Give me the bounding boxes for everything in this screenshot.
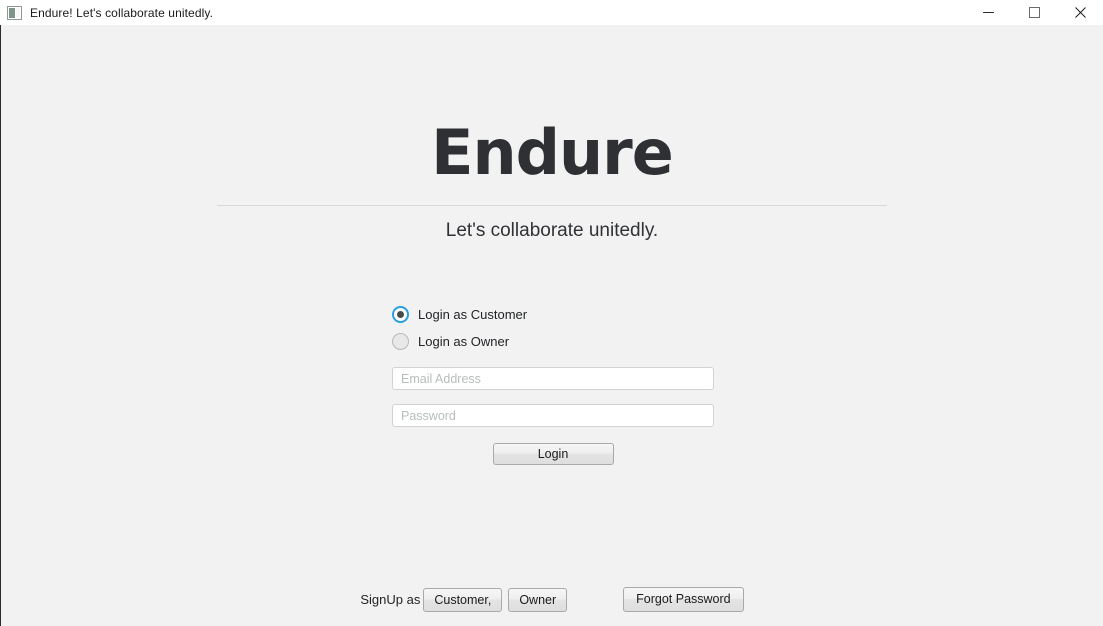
page-subtitle: Let's collaborate unitedly. [445, 220, 659, 242]
email-input[interactable] [392, 367, 714, 390]
main-content: Endure Let's collaborate unitedly. Login… [0, 25, 1103, 626]
signup-label: SignUp as [360, 592, 421, 607]
close-button[interactable] [1057, 0, 1103, 25]
brand-block: Endure Let's collaborate unitedly. [1, 120, 1103, 242]
footer-bar: SignUp as Customer, Owner Forgot Passwor… [1, 587, 1103, 612]
minimize-icon [982, 7, 994, 18]
minimize-button[interactable] [965, 0, 1011, 25]
close-icon [1074, 7, 1086, 18]
maximize-button[interactable] [1011, 0, 1057, 25]
radio-owner-label: Login as Owner [418, 334, 510, 349]
title-bar: Endure! Let's collaborate unitedly. [0, 0, 1103, 25]
signup-owner-button[interactable]: Owner [508, 587, 568, 612]
signup-customer-button[interactable]: Customer, [423, 587, 503, 612]
window-title: Endure! Let's collaborate unitedly. [30, 5, 214, 20]
radio-row-owner[interactable]: Login as Owner [392, 331, 714, 352]
title-bar-left: Endure! Let's collaborate unitedly. [0, 5, 965, 20]
forgot-password-button[interactable]: Forgot Password [623, 587, 744, 612]
app-window-icon [7, 5, 22, 20]
window-controls [965, 0, 1103, 25]
signup-group: SignUp as Customer, Owner [360, 587, 568, 612]
app-window: Endure! Let's collaborate unitedly. Endu… [0, 0, 1103, 626]
brand-divider [217, 205, 887, 207]
radio-row-customer[interactable]: Login as Customer [392, 304, 714, 325]
maximize-icon [1028, 7, 1040, 18]
radio-customer-icon[interactable] [392, 306, 409, 323]
radio-owner-icon[interactable] [392, 333, 409, 350]
login-button[interactable]: Login [492, 443, 614, 465]
page-title: Endure [431, 116, 674, 189]
password-input[interactable] [392, 404, 714, 427]
radio-customer-label: Login as Customer [418, 307, 528, 322]
login-button-row: Login [392, 443, 714, 465]
login-form: Login as Customer Login as Owner Login [392, 304, 714, 465]
